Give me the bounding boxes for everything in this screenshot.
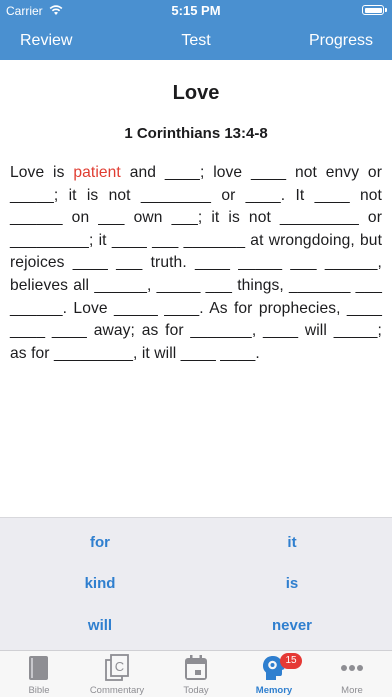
word-choice-will[interactable]: will xyxy=(2,617,198,634)
review-tab[interactable]: Review xyxy=(20,32,72,50)
tab-commentary-label: Commentary xyxy=(89,685,145,696)
word-choice-for[interactable]: for xyxy=(2,534,198,551)
verse-reference: 1 Corinthians 13:4-8 xyxy=(124,125,268,142)
tab-commentary[interactable]: C Commentary xyxy=(78,651,156,697)
word-choice-is[interactable]: is xyxy=(194,575,390,592)
tab-today-label: Today xyxy=(183,685,209,696)
test-tab[interactable]: Test xyxy=(166,32,226,50)
tab-memory[interactable]: 15 Memory xyxy=(235,651,313,697)
word-choice-kind[interactable]: kind xyxy=(2,575,198,592)
passage-text: and ____; love ____ not envy or _____; i… xyxy=(10,164,382,362)
book-icon xyxy=(29,656,48,680)
calendar-icon xyxy=(185,655,207,680)
nav-bar: Review Test Progress xyxy=(0,22,392,60)
battery-icon xyxy=(362,5,387,15)
verse-passage: Love is patient and ____; love ____ not … xyxy=(10,162,382,365)
commentary-icon: C xyxy=(105,654,129,681)
tab-bar: Bible C Commentary Today 15 Memory More xyxy=(0,650,392,697)
tab-bible-label: Bible xyxy=(28,685,50,696)
svg-text:C: C xyxy=(115,659,124,674)
tab-bible[interactable]: Bible xyxy=(0,651,78,697)
word-choice-it[interactable]: it xyxy=(194,534,390,551)
memory-badge: 15 xyxy=(280,653,302,669)
more-icon xyxy=(341,665,363,671)
clock: 5:15 PM xyxy=(171,3,221,18)
tab-memory-label: Memory xyxy=(255,685,293,696)
progress-tab[interactable]: Progress xyxy=(309,32,373,50)
tab-more-label: More xyxy=(341,685,363,696)
word-choice-never[interactable]: never xyxy=(194,617,390,634)
revealed-word: patient xyxy=(73,164,121,181)
page-title: Love xyxy=(172,82,220,104)
word-bank: for it kind is will never xyxy=(0,517,392,651)
status-bar: Carrier 5:15 PM xyxy=(0,0,392,22)
tab-today[interactable]: Today xyxy=(157,651,235,697)
tab-more[interactable]: More xyxy=(313,651,391,697)
passage-text: Love is xyxy=(10,164,74,181)
